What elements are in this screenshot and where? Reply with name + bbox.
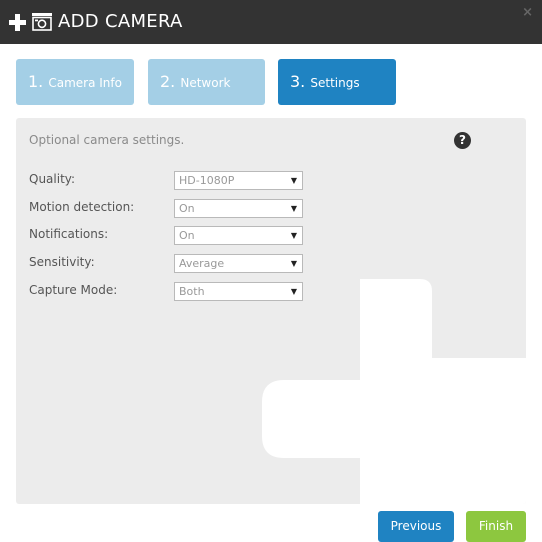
notifications-select[interactable]: On ▼ xyxy=(174,226,303,245)
capture-mode-label: Capture Mode: xyxy=(29,283,118,297)
step-network[interactable]: 2. Network xyxy=(148,59,265,105)
step-number: 1. xyxy=(28,72,44,91)
dropdown-arrow-icon: ▼ xyxy=(290,176,297,185)
help-icon[interactable]: ? xyxy=(454,132,471,149)
dropdown-arrow-icon: ▼ xyxy=(290,287,297,296)
notifications-value: On xyxy=(179,229,195,242)
motion-detection-select[interactable]: On ▼ xyxy=(174,199,303,218)
panel-description: Optional camera settings. xyxy=(29,133,185,147)
capture-mode-value: Both xyxy=(179,285,205,298)
plus-icon xyxy=(9,14,26,31)
quality-label: Quality: xyxy=(29,172,76,186)
step-camera-info[interactable]: 1. Camera Info xyxy=(16,59,134,105)
step-number: 2. xyxy=(160,72,176,91)
camera-icon xyxy=(32,13,52,31)
step-label: Camera Info xyxy=(48,76,122,90)
dropdown-arrow-icon: ▼ xyxy=(290,259,297,268)
settings-panel: Optional camera settings. ? Quality: HD-… xyxy=(16,118,526,504)
sensitivity-value: Average xyxy=(179,257,225,270)
dialog-title: ADD CAMERA xyxy=(58,11,183,32)
add-camera-dialog: ADD CAMERA × 1. Camera Info 2. Network 3… xyxy=(0,0,542,542)
previous-button[interactable]: Previous xyxy=(378,511,454,542)
motion-detection-value: On xyxy=(179,202,195,215)
motion-detection-label: Motion detection: xyxy=(29,200,135,214)
finish-button[interactable]: Finish xyxy=(466,511,526,542)
step-settings[interactable]: 3. Settings xyxy=(278,59,396,105)
close-icon[interactable]: × xyxy=(522,6,533,20)
dropdown-arrow-icon: ▼ xyxy=(290,204,297,213)
sensitivity-label: Sensitivity: xyxy=(29,255,95,269)
dropdown-arrow-icon: ▼ xyxy=(290,231,297,240)
quality-select[interactable]: HD-1080P ▼ xyxy=(174,171,303,190)
dialog-header: ADD CAMERA × xyxy=(0,0,542,44)
step-label: Settings xyxy=(310,76,360,90)
quality-value: HD-1080P xyxy=(179,174,235,187)
step-label: Network xyxy=(180,76,231,90)
sensitivity-select[interactable]: Average ▼ xyxy=(174,254,303,273)
notifications-label: Notifications: xyxy=(29,227,109,241)
step-number: 3. xyxy=(290,72,306,91)
capture-mode-select[interactable]: Both ▼ xyxy=(174,282,303,301)
